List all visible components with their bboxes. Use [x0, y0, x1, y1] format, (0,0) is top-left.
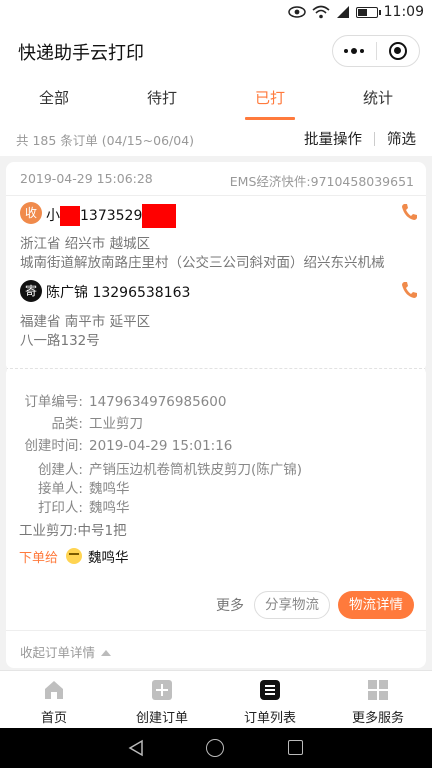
field-printer-staff: 打印人: 魏鸣华 [37, 500, 130, 516]
order-status-tabs: 全部 待打 已打 统计 [0, 76, 432, 122]
tab-pending[interactable]: 待打 [108, 76, 216, 122]
recent-apps-icon[interactable] [288, 740, 303, 755]
field-order-number: 订单编号: 1479634976985600 [24, 394, 227, 410]
order-header: 2019-04-29 15:06:28 EMS经济快件:971045803965… [6, 162, 426, 196]
system-nav-bar [0, 728, 432, 768]
tab-stats[interactable]: 统计 [324, 76, 432, 122]
tab-all[interactable]: 全部 [0, 76, 108, 122]
order-created-at: 2019-04-29 15:06:28 [20, 171, 153, 186]
ticket-notch-right [425, 362, 432, 376]
redaction-block [142, 204, 177, 228]
bottom-tab-bar: 首页 创建订单 订单列表 更多服务 [0, 670, 432, 728]
assignee-name: 魏鸣华 [88, 550, 129, 566]
nav-create-order[interactable]: 创建订单 [108, 671, 216, 728]
share-logistics-button[interactable]: 分享物流 [254, 591, 330, 619]
order-actions: 更多 分享物流 物流详情 [216, 591, 414, 619]
field-category: 品类: 工业剪刀 [51, 416, 143, 432]
assign-line: 下单给 魏鸣华 [19, 546, 129, 566]
item-line: 工业剪刀:中号1把 [19, 523, 127, 539]
nav-home[interactable]: 首页 [0, 671, 108, 728]
summary-actions: 批量操作 筛选 [304, 128, 416, 149]
receiver-badge: 收 [20, 202, 42, 224]
status-time: 11:09 [383, 4, 424, 20]
plus-square-icon [152, 680, 172, 700]
summary-bar: 共 185 条订单 (04/15~06/04) 批量操作 筛选 [0, 122, 432, 156]
tab-printed[interactable]: 已打 [216, 76, 324, 122]
more-menu-button[interactable] [333, 36, 376, 66]
title-bar: 快递助手云打印 [0, 26, 432, 76]
sender-badge: 寄 [20, 280, 42, 302]
mini-program-capsule [332, 35, 420, 67]
app-title: 快递助手云打印 [18, 43, 144, 64]
batch-operation-button[interactable]: 批量操作 [304, 128, 362, 149]
eye-icon [287, 6, 306, 18]
receiver-block: 收 小 1373529 浙江省 绍兴市 越城区 城南街道解放南路庄里村（公交三公司… [20, 202, 420, 272]
back-icon[interactable] [127, 739, 145, 757]
field-created-time: 创建时间: 2019-04-29 15:01:16 [24, 438, 233, 454]
sender-address-region: 福建省 南平市 延平区 [20, 314, 151, 330]
more-dots-icon [344, 48, 365, 54]
grid-icon [368, 680, 388, 700]
home-icon [45, 681, 63, 699]
sender-block: 寄 陈广锦 13296538163 福建省 南平市 延平区 八一路132号 [20, 280, 420, 350]
nav-order-list[interactable]: 订单列表 [216, 671, 324, 728]
filter-button[interactable]: 筛选 [387, 128, 416, 149]
sender-name-line: 陈广锦 13296538163 [46, 282, 190, 302]
field-receiver-staff: 接单人: 魏鸣华 [37, 481, 130, 497]
collapse-details-label: 收起订单详情 [20, 642, 112, 661]
status-icons: 11:09 [287, 4, 424, 20]
close-program-button[interactable] [377, 36, 420, 66]
receiver-name: 小 [46, 208, 60, 224]
phone-icon[interactable] [400, 202, 418, 222]
receiver-address-detail: 城南街道解放南路庄里村（公交三公司斜对面）绍兴东兴机械 [20, 255, 385, 271]
field-creator: 创建人: 产销压边机卷筒机铁皮剪刀(陈广锦) [37, 462, 303, 478]
caret-up-icon [101, 650, 112, 656]
waybill-number[interactable]: EMS经济快件:9710458039651 [230, 171, 414, 190]
receiver-name-line: 小 1373529 [46, 204, 177, 228]
receiver-address-region: 浙江省 绍兴市 越城区 [20, 236, 151, 252]
more-button[interactable]: 更多 [216, 595, 244, 615]
sender-address-detail: 八一路132号 [20, 333, 100, 349]
card-divider [0, 368, 432, 372]
collapse-details-bar[interactable]: 收起订单详情 [6, 630, 426, 668]
order-count: 共 185 条订单 (04/15~06/04) [16, 133, 195, 148]
sender-name: 陈广锦 [46, 285, 88, 301]
signal-icon [336, 6, 349, 18]
receiver-phone: 1373529 [80, 208, 143, 224]
phone-icon[interactable] [400, 280, 418, 300]
home-circle-icon[interactable] [206, 739, 224, 757]
sender-phone: 13296538163 [92, 285, 191, 301]
list-icon [260, 680, 280, 700]
logistics-details-button[interactable]: 物流详情 [338, 591, 414, 619]
target-icon [388, 42, 407, 60]
wifi-icon [312, 5, 330, 19]
redaction-block [60, 206, 80, 226]
assign-label: 下单给 [19, 550, 59, 566]
nav-more-services[interactable]: 更多服务 [324, 671, 432, 728]
status-bar: 11:09 [0, 0, 432, 26]
smiley-icon [66, 548, 83, 564]
battery-icon [355, 6, 381, 18]
